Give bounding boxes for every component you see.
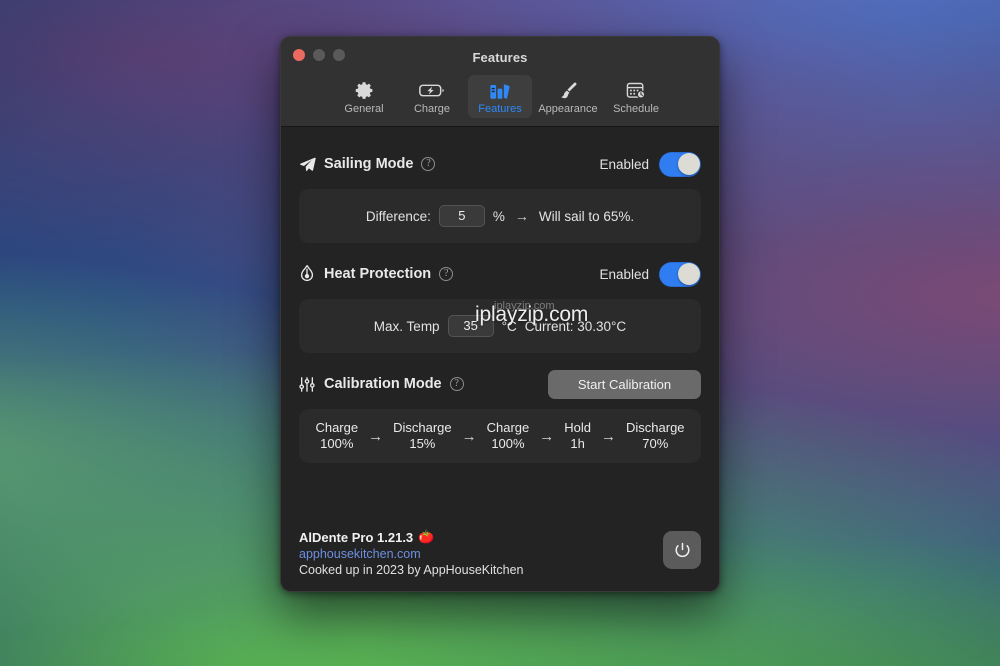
tab-charge[interactable]: Charge — [400, 75, 464, 118]
footer-info: AlDente Pro 1.21.3 🍅 apphousekitchen.com… — [299, 527, 523, 577]
heat-enabled-label: Enabled — [599, 266, 649, 282]
toggle-knob — [677, 153, 700, 175]
tomato-icon: 🍅 — [418, 529, 435, 544]
sailing-enabled-label: Enabled — [599, 156, 649, 172]
step-value: 70% — [642, 436, 669, 451]
step-action: Hold — [564, 419, 592, 435]
tab-label-schedule: Schedule — [613, 103, 659, 115]
heat-protection-panel: Max. Temp 35 °C Current: 30.30°C — [299, 299, 701, 353]
minimize-button-icon[interactable] — [313, 49, 325, 61]
heat-protection-help-icon[interactable]: ? — [439, 267, 454, 281]
window-chrome: Features General Charge Features Appeara… — [281, 37, 719, 127]
calibration-step: Charge 100% — [315, 420, 358, 453]
credit-text: Cooked up in 2023 by AppHouseKitchen — [299, 563, 524, 577]
step-action: Charge — [486, 419, 530, 435]
tab-label-general: General — [344, 103, 384, 115]
sliders-icon — [299, 376, 319, 393]
step-value: 100% — [320, 436, 354, 451]
difference-input[interactable]: 5 — [438, 205, 485, 227]
tab-features[interactable]: Features — [468, 75, 532, 118]
app-version-line: AlDente Pro 1.21.3 🍅 — [299, 529, 523, 545]
difference-label: Difference: — [365, 208, 431, 224]
chart-bars-icon — [489, 79, 511, 101]
max-temp-input[interactable]: 35 — [447, 315, 494, 337]
calibration-steps: Charge 100% → Discharge 15% → Charge 100… — [311, 420, 689, 453]
section-heat-protection: Heat Protection ? Enabled Max. Temp 35 °… — [299, 259, 701, 353]
celsius-unit-label: °C — [501, 318, 517, 334]
tab-schedule[interactable]: Schedule — [604, 75, 668, 118]
toggle-knob — [677, 263, 700, 285]
sailing-mode-title: Sailing Mode — [324, 156, 414, 172]
sailing-mode-controls: Enabled — [599, 151, 701, 177]
battery-bolt-icon — [419, 79, 445, 101]
arrow-icon: → — [461, 427, 477, 445]
section-calibration-mode: Calibration Mode ? Start Calibration Cha… — [299, 369, 701, 463]
percent-unit-label: % — [492, 208, 505, 224]
start-calibration-button[interactable]: Start Calibration — [548, 369, 701, 399]
step-action: Charge — [315, 419, 359, 435]
tab-appearance[interactable]: Appearance — [536, 75, 600, 118]
calibration-step: Discharge 15% — [393, 420, 452, 453]
calibration-step: Hold 1h — [564, 420, 591, 453]
app-name-version: AlDente Pro 1.21.3 — [299, 529, 414, 545]
traffic-light-buttons — [293, 49, 345, 61]
title-bar[interactable]: Features — [281, 45, 719, 69]
heat-protection-controls: Enabled — [599, 261, 701, 287]
section-sailing-mode: Sailing Mode ? Enabled Difference: 5 % →… — [299, 149, 701, 243]
calibration-controls: Start Calibration — [548, 369, 701, 399]
calibration-step: Charge 100% — [487, 420, 530, 453]
calendar-clock-icon — [625, 79, 647, 101]
window-title: Features — [472, 49, 528, 65]
calibration-steps-panel: Charge 100% → Discharge 15% → Charge 100… — [299, 409, 701, 463]
gear-icon — [354, 79, 375, 101]
step-value: 100% — [491, 436, 525, 451]
arrow-icon: → — [539, 427, 555, 445]
paper-plane-icon — [299, 156, 319, 173]
toolbar-tabs: General Charge Features Appearance Sched… — [281, 69, 719, 126]
heat-protection-title: Heat Protection — [324, 266, 432, 282]
heat-protection-header: Heat Protection ? Enabled — [299, 259, 701, 289]
power-button[interactable] — [663, 531, 701, 569]
tab-label-charge: Charge — [413, 103, 451, 115]
heat-protection-toggle[interactable] — [659, 261, 701, 287]
arrow-icon: → — [514, 208, 529, 224]
power-icon — [674, 542, 690, 557]
website-link[interactable]: apphousekitchen.com — [299, 547, 523, 561]
sailing-difference-row: Difference: 5 % → Will sail to 65%. — [366, 205, 634, 227]
current-temp-text: Current: 30.30°C — [524, 318, 627, 334]
aldente-settings-window: Features General Charge Features Appeara… — [280, 36, 720, 592]
sailing-mode-toggle[interactable] — [659, 151, 701, 177]
arrow-icon: → — [601, 427, 617, 445]
step-action: Discharge — [626, 419, 685, 435]
paintbrush-icon — [557, 79, 580, 101]
calibration-mode-help-icon[interactable]: ? — [449, 377, 464, 391]
settings-content: Sailing Mode ? Enabled Difference: 5 % →… — [281, 127, 719, 463]
sailing-mode-panel: Difference: 5 % → Will sail to 65%. — [299, 189, 701, 243]
max-temp-row: Max. Temp 35 °C Current: 30.30°C — [374, 315, 626, 337]
desktop-background: Features General Charge Features Appeara… — [0, 0, 1000, 666]
tab-label-features: Features — [478, 103, 522, 115]
sailing-mode-header: Sailing Mode ? Enabled — [299, 149, 701, 179]
tab-label-appearance: Appearance — [538, 103, 598, 115]
calibration-step: Discharge 70% — [626, 420, 685, 453]
maximize-button-icon[interactable] — [333, 49, 345, 61]
sail-result-text: Will sail to 65%. — [538, 208, 635, 224]
step-value: 15% — [409, 436, 436, 451]
step-action: Discharge — [393, 419, 452, 435]
step-value: 1h — [570, 436, 585, 451]
calibration-mode-header: Calibration Mode ? Start Calibration — [299, 369, 701, 399]
max-temp-label: Max. Temp — [373, 318, 440, 334]
tab-general[interactable]: General — [332, 75, 396, 118]
calibration-mode-title: Calibration Mode — [324, 376, 442, 392]
thermometer-flame-icon — [299, 265, 319, 283]
close-button-icon[interactable] — [293, 49, 305, 61]
arrow-icon: → — [368, 427, 384, 445]
sailing-mode-help-icon[interactable]: ? — [421, 157, 436, 171]
app-footer: AlDente Pro 1.21.3 🍅 apphousekitchen.com… — [281, 517, 719, 591]
